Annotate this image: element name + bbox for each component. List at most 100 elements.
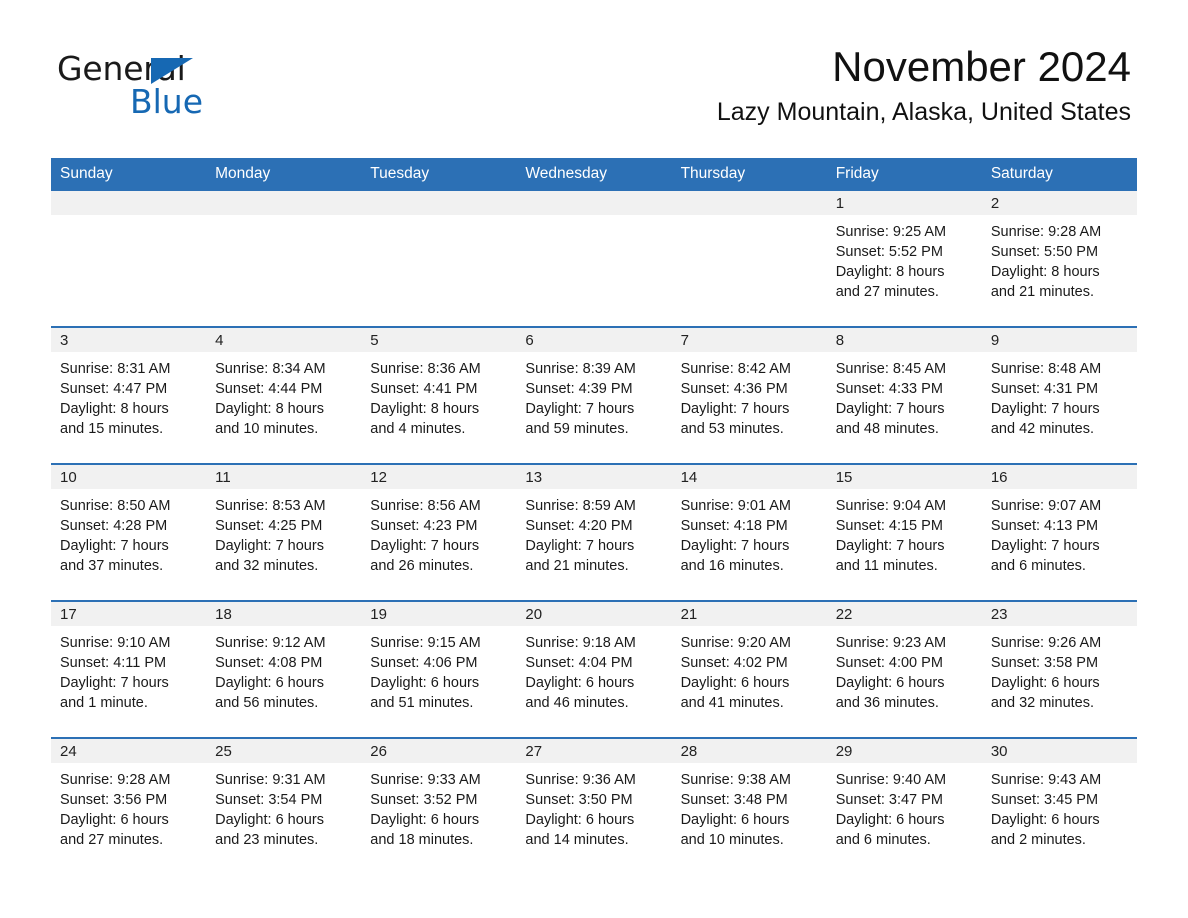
day-details: Sunrise: 9:18 AM Sunset: 4:04 PM Daylight:… [516,626,671,713]
calendar-empty-cell [671,191,827,327]
calendar-day-cell[interactable]: 16 Sunrise: 9:07 AM Sunset: 4:13 PM Dayligh… [981,463,1137,601]
calendar-day-cell[interactable]: 4 Sunrise: 8:34 AM Sunset: 4:44 PM Daylight… [206,326,362,464]
sunrise-text: Sunrise: 8:56 AM [370,498,481,514]
calendar-day-cell[interactable]: 9 Sunrise: 8:48 AM Sunset: 4:31 PM Daylight… [981,326,1137,464]
calendar-day-cell[interactable]: 15 Sunrise: 9:04 AM Sunset: 4:15 PM Dayligh… [826,463,982,601]
logo-triangle-icon [151,58,193,84]
calendar-day-cell[interactable]: 1 Sunrise: 9:25 AM Sunset: 5:52 PM Daylight… [826,191,982,327]
location-subtitle: Lazy Mountain, Alaska, United States [716,98,1131,127]
sunset-text: Sunset: 3:54 PM [215,792,323,808]
sunset-text: Sunset: 4:13 PM [990,518,1099,534]
sunset-text: Sunset: 3:58 PM [990,655,1099,671]
day-details: Sunrise: 9:15 AM Sunset: 4:06 PM Daylight:… [361,626,516,713]
calendar-day-cell[interactable]: 10 Sunrise: 8:50 AM Sunset: 4:28 PM Dayligh… [51,463,207,601]
title-block: November 2024 Lazy Mountain, Alaska, Uni… [716,43,1131,127]
sunrise-text: Sunrise: 9:12 AM [215,635,326,651]
calendar-day-cell[interactable]: 7 Sunrise: 8:42 AM Sunset: 4:36 PM Daylight… [671,326,827,464]
calendar-day-cell[interactable]: 22 Sunrise: 9:23 AM Sunset: 4:00 PM Dayligh… [826,600,982,738]
day-number: 25 [206,739,362,763]
daylight-text: Daylight: 8 hours [835,264,945,280]
day-number: 26 [361,739,517,763]
calendar-day-cell[interactable]: 8 Sunrise: 8:45 AM Sunset: 4:33 PM Daylight… [826,326,982,464]
calendar-day-cell[interactable]: 3 Sunrise: 8:31 AM Sunset: 4:47 PM Daylight… [51,326,207,464]
sunset-text: Sunset: 4:39 PM [525,381,633,397]
day-details: Sunrise: 9:26 AM Sunset: 3:58 PM Daylight:… [982,626,1137,713]
daylight-text: Daylight: 7 hours [835,538,945,554]
calendar-day-cell[interactable]: 26 Sunrise: 9:33 AM Sunset: 3:52 PM Dayligh… [361,737,517,874]
day-details: Sunrise: 9:10 AM Sunset: 4:11 PM Daylight:… [51,626,206,713]
daylight-text-cont: and 53 minutes. [680,421,784,437]
calendar-week-row: 1 Sunrise: 9:25 AM Sunset: 5:52 PM Daylight… [51,191,1137,327]
calendar-day-cell[interactable]: 19 Sunrise: 9:15 AM Sunset: 4:06 PM Dayligh… [361,600,517,738]
sunset-text: Sunset: 4:33 PM [835,381,943,397]
weekday-header-tuesday: Tuesday [361,158,517,191]
calendar-day-cell[interactable]: 12 Sunrise: 8:56 AM Sunset: 4:23 PM Dayligh… [361,463,517,601]
sunset-text: Sunset: 4:06 PM [370,655,478,671]
sunset-text: Sunset: 4:02 PM [680,655,788,671]
day-number: 18 [206,602,362,626]
calendar-week-row: 3 Sunrise: 8:31 AM Sunset: 4:47 PM Daylight… [51,326,1137,464]
day-number [361,191,517,215]
calendar-week-row: 17 Sunrise: 9:10 AM Sunset: 4:11 PM Dayligh… [51,600,1137,738]
calendar-day-cell[interactable]: 27 Sunrise: 9:36 AM Sunset: 3:50 PM Dayligh… [516,737,672,874]
calendar-day-cell[interactable]: 24 Sunrise: 9:28 AM Sunset: 3:56 PM Dayligh… [51,737,207,874]
calendar-day-cell[interactable]: 14 Sunrise: 9:01 AM Sunset: 4:18 PM Dayligh… [671,463,827,601]
daylight-text-cont: and 42 minutes. [990,421,1095,437]
day-details: Sunrise: 9:25 AM Sunset: 5:52 PM Daylight:… [827,215,982,302]
calendar-day-cell[interactable]: 13 Sunrise: 8:59 AM Sunset: 4:20 PM Dayligh… [516,463,672,601]
sunset-text: Sunset: 3:45 PM [990,792,1099,808]
calendar-day-cell[interactable]: 11 Sunrise: 8:53 AM Sunset: 4:25 PM Dayligh… [206,463,362,601]
sunrise-text: Sunrise: 9:31 AM [215,772,326,788]
daylight-text-cont: and 16 minutes. [680,558,784,574]
day-number [51,191,207,215]
calendar-day-cell[interactable]: 29 Sunrise: 9:40 AM Sunset: 3:47 PM Dayligh… [826,737,982,874]
daylight-text: Daylight: 6 hours [680,675,790,691]
sunset-text: Sunset: 4:28 PM [60,518,168,534]
sunset-text: Sunset: 4:41 PM [370,381,478,397]
general-blue-logo[interactable]: General Blue [57,52,277,124]
sunrise-text: Sunrise: 8:48 AM [990,361,1102,377]
calendar-page: General Blue November 2024 Lazy Mountain… [0,0,1188,918]
day-number: 17 [51,602,207,626]
daylight-text-cont: and 46 minutes. [525,695,629,711]
calendar-day-cell[interactable]: 25 Sunrise: 9:31 AM Sunset: 3:54 PM Dayligh… [206,737,362,874]
day-number: 12 [361,465,517,489]
daylight-text-cont: and 15 minutes. [60,421,164,437]
day-details: Sunrise: 8:45 AM Sunset: 4:33 PM Daylight:… [827,352,982,439]
day-number: 13 [516,465,672,489]
day-details: Sunrise: 9:43 AM Sunset: 3:45 PM Daylight:… [982,763,1137,850]
day-number: 5 [361,328,517,352]
calendar-day-cell[interactable]: 23 Sunrise: 9:26 AM Sunset: 3:58 PM Dayligh… [981,600,1137,738]
weekday-header-wednesday: Wednesday [516,158,672,191]
calendar-day-cell[interactable]: 17 Sunrise: 9:10 AM Sunset: 4:11 PM Dayligh… [51,600,207,738]
daylight-text-cont: and 27 minutes. [60,832,164,848]
sunrise-text: Sunrise: 8:59 AM [525,498,636,514]
sunset-text: Sunset: 3:56 PM [60,792,168,808]
day-number: 21 [671,602,827,626]
calendar-day-cell[interactable]: 20 Sunrise: 9:18 AM Sunset: 4:04 PM Dayligh… [516,600,672,738]
daylight-text: Daylight: 6 hours [990,812,1100,828]
daylight-text: Daylight: 7 hours [990,538,1100,554]
daylight-text: Daylight: 6 hours [835,675,945,691]
calendar-day-cell[interactable]: 2 Sunrise: 9:28 AM Sunset: 5:50 PM Daylight… [981,191,1137,327]
day-number: 8 [826,328,982,352]
daylight-text: Daylight: 6 hours [835,812,945,828]
calendar-day-cell[interactable]: 30 Sunrise: 9:43 AM Sunset: 3:45 PM Dayligh… [981,737,1137,874]
day-details: Sunrise: 8:36 AM Sunset: 4:41 PM Daylight:… [361,352,516,439]
calendar-day-cell[interactable]: 5 Sunrise: 8:36 AM Sunset: 4:41 PM Daylight… [361,326,517,464]
calendar-day-cell[interactable]: 21 Sunrise: 9:20 AM Sunset: 4:02 PM Dayligh… [671,600,827,738]
daylight-text: Daylight: 7 hours [680,401,790,417]
daylight-text-cont: and 21 minutes. [990,284,1095,300]
sunset-text: Sunset: 3:52 PM [370,792,478,808]
calendar-day-cell[interactable]: 28 Sunrise: 9:38 AM Sunset: 3:48 PM Dayligh… [671,737,827,874]
weekday-header-monday: Monday [206,158,362,191]
calendar-day-cell[interactable]: 18 Sunrise: 9:12 AM Sunset: 4:08 PM Dayligh… [206,600,362,738]
sunrise-text: Sunrise: 9:15 AM [370,635,481,651]
sunset-text: Sunset: 3:48 PM [680,792,788,808]
daylight-text: Daylight: 6 hours [990,675,1100,691]
calendar-day-cell[interactable]: 6 Sunrise: 8:39 AM Sunset: 4:39 PM Daylight… [516,326,672,464]
sunrise-text: Sunrise: 8:31 AM [60,361,171,377]
sunset-text: Sunset: 4:20 PM [525,518,633,534]
sunrise-text: Sunrise: 9:43 AM [990,772,1102,788]
sunrise-text: Sunrise: 9:20 AM [680,635,791,651]
